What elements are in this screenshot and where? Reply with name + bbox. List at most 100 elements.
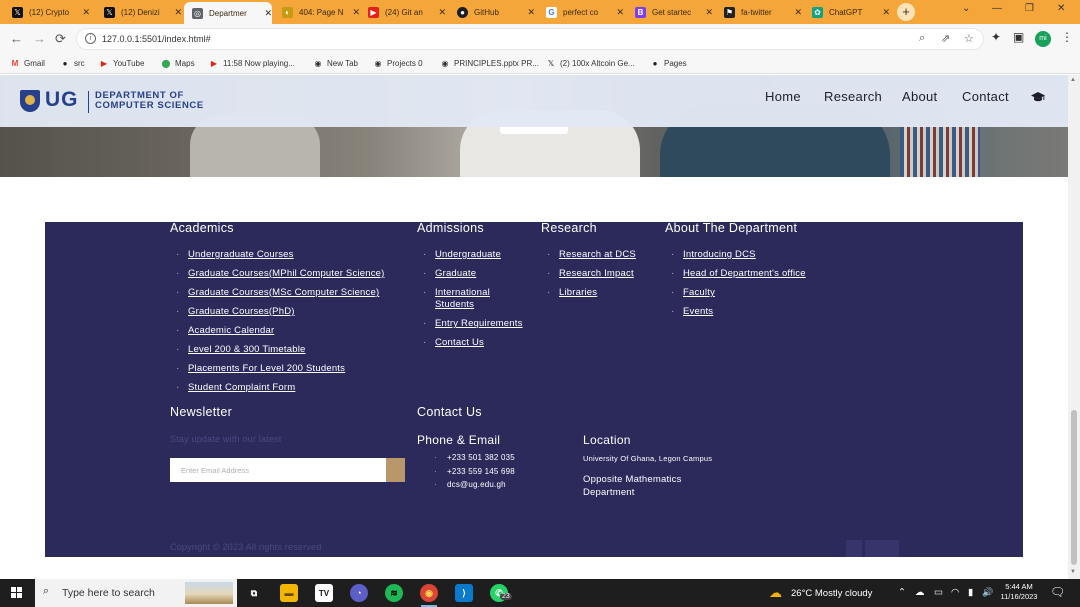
logo-text[interactable]: DEPARTMENT OF COMPUTER SCIENCE — [95, 91, 204, 111]
tradingview-icon[interactable]: TV — [315, 584, 333, 602]
menu-icon[interactable]: ⋮ — [1061, 30, 1073, 44]
url-text[interactable]: 127.0.0.1:5501/index.html# — [102, 34, 211, 44]
close-icon[interactable]: ✕ — [616, 7, 624, 18]
close-icon[interactable]: ✕ — [438, 7, 446, 18]
browser-tab[interactable]: ✿ ChatGPT ✕ — [812, 3, 890, 21]
side-panel-icon[interactable]: ▣ — [1013, 30, 1024, 44]
bookmark-item[interactable]: ● src — [60, 58, 85, 68]
close-icon[interactable]: ✕ — [174, 7, 182, 18]
browser-tab[interactable]: ▶ (24) Git an ✕ — [368, 3, 446, 21]
footer-link[interactable]: Events — [683, 306, 713, 317]
share-icon[interactable]: ⇗ — [941, 32, 950, 45]
footer-link[interactable]: Libraries — [559, 287, 597, 298]
footer-link[interactable]: Entry Requirements — [435, 318, 523, 329]
bookmark-item[interactable]: 𝕏 (2) 100x Altcoin Ge... — [546, 58, 635, 68]
newsletter-submit-button[interactable] — [386, 458, 405, 482]
bookmark-star-icon[interactable]: ☆ — [964, 32, 974, 45]
nav-home[interactable]: Home — [765, 89, 801, 104]
file-explorer-icon[interactable]: ▬ — [280, 584, 298, 602]
chrome-icon[interactable]: ◉ — [420, 584, 438, 607]
footer-link[interactable]: Faculty — [683, 287, 715, 298]
close-icon[interactable]: ✕ — [527, 7, 535, 18]
close-icon[interactable]: ✕ — [82, 7, 90, 18]
page-scrollbar[interactable]: ▲ ▼ — [1068, 75, 1080, 579]
footer-link[interactable]: Research Impact — [559, 268, 634, 279]
address-bar[interactable]: i 127.0.0.1:5501/index.html# ⌕ ⇗ ☆ — [76, 28, 984, 50]
profile-avatar[interactable]: mi — [1035, 31, 1051, 47]
forward-icon[interactable]: → — [33, 31, 46, 46]
scroll-up-icon[interactable]: ▲ — [1070, 77, 1076, 83]
newsletter-email-input[interactable] — [170, 458, 386, 482]
bookmark-item[interactable]: ◉ New Tab — [313, 58, 358, 68]
battery-icon[interactable]: ▮ — [968, 587, 973, 598]
scrollbar-thumb[interactable] — [1071, 410, 1077, 565]
notifications-icon[interactable]: 🗨 — [1050, 585, 1065, 599]
logo-ug[interactable]: UG — [45, 88, 79, 112]
nav-about[interactable]: About — [902, 89, 937, 104]
bookmark-item[interactable]: ◉ Projects 0 — [373, 58, 423, 68]
display-icon[interactable]: ▭ — [934, 587, 943, 598]
windows-start-icon[interactable] — [11, 587, 23, 599]
browser-tab[interactable]: B Get startec ✕ — [635, 3, 713, 21]
vscode-icon[interactable]: ⟩ — [455, 584, 473, 602]
window-close-icon[interactable]: ✕ — [1057, 3, 1065, 14]
task-view-icon[interactable]: ⧉ — [245, 584, 263, 602]
close-icon[interactable]: ✕ — [794, 7, 802, 18]
taskbar-search[interactable]: ⌕ Type here to search — [35, 579, 237, 607]
app-icon[interactable]: ◔ — [350, 584, 368, 602]
social-button[interactable] — [846, 540, 862, 557]
site-info-icon[interactable]: i — [85, 33, 96, 44]
restore-icon[interactable]: ❐ — [1025, 3, 1034, 14]
minimize-icon[interactable]: — — [992, 3, 1002, 14]
footer-link[interactable]: Placements For Level 200 Students — [188, 363, 345, 374]
footer-link[interactable]: Research at DCS — [559, 249, 636, 260]
new-tab-button[interactable]: + — [897, 3, 915, 21]
social-button[interactable] — [865, 540, 899, 557]
wifi-icon[interactable]: ◠ — [951, 587, 959, 598]
close-icon[interactable]: ✕ — [264, 8, 272, 19]
footer-link[interactable]: Student Complaint Form — [188, 382, 295, 393]
phone-number[interactable]: +233 559 145 698 — [425, 467, 515, 477]
footer-link[interactable]: International Students — [435, 287, 490, 310]
footer-link[interactable]: Academic Calendar — [188, 325, 274, 336]
bookmark-item[interactable]: M Gmail — [10, 58, 45, 68]
zoom-icon[interactable]: ⌕ — [919, 32, 925, 45]
footer-link[interactable]: Graduate — [435, 268, 476, 279]
back-icon[interactable]: ← — [10, 31, 23, 46]
footer-link[interactable]: Graduate Courses(MPhil Computer Science) — [188, 268, 385, 279]
phone-number[interactable]: +233 501 382 035 — [425, 453, 515, 463]
close-icon[interactable]: ✕ — [352, 7, 360, 18]
reload-icon[interactable]: ⟳ — [55, 31, 66, 47]
browser-tab[interactable]: 𝕏 (12) Denizi ✕ — [104, 3, 182, 21]
bookmark-item[interactable]: ▶ 11:58 Now playing... — [209, 58, 295, 68]
graduation-cap-icon[interactable] — [1031, 91, 1045, 103]
footer-link[interactable]: Graduate Courses(MSc Computer Science) — [188, 287, 379, 298]
show-hidden-icons-icon[interactable]: ⌃ — [898, 587, 906, 598]
footer-link[interactable]: Undergraduate — [435, 249, 501, 260]
footer-link[interactable]: Undergraduate Courses — [188, 249, 294, 260]
bookmark-item[interactable]: ▶ YouTube — [99, 58, 145, 68]
footer-link[interactable]: Head of Department's office — [683, 268, 806, 279]
footer-link[interactable]: Contact Us — [435, 337, 484, 348]
scroll-down-icon[interactable]: ▼ — [1070, 569, 1076, 575]
email-address[interactable]: dcs@ug.edu.gh — [425, 480, 515, 490]
footer-link[interactable]: Introducing DCS — [683, 249, 756, 260]
cloud-icon[interactable]: ☁ — [915, 587, 925, 598]
close-icon[interactable]: ✕ — [882, 7, 890, 18]
tab-search-icon[interactable]: ⌄ — [962, 3, 970, 14]
spotify-icon[interactable]: ≋ — [385, 584, 403, 602]
footer-link[interactable]: Level 200 & 300 Timetable — [188, 344, 306, 355]
nav-contact[interactable]: Contact — [962, 89, 1009, 104]
close-icon[interactable]: ✕ — [705, 7, 713, 18]
browser-tab[interactable]: 𝕏 (12) Crypto ✕ — [12, 3, 90, 21]
browser-tab[interactable]: G perfect co ✕ — [546, 3, 624, 21]
browser-tab-active[interactable]: ◎ Departmer ✕ — [184, 2, 272, 24]
taskbar-clock[interactable]: 5:44 AM 11/16/2023 — [1000, 582, 1038, 602]
ug-crest-icon[interactable] — [20, 90, 40, 112]
browser-tab[interactable]: ⚑ fa-twitter ✕ — [724, 3, 802, 21]
bookmark-item[interactable]: ⬤ Maps — [161, 58, 195, 68]
volume-icon[interactable]: 🔊 — [982, 587, 993, 598]
bookmark-item[interactable]: ● Pages — [650, 58, 687, 68]
bookmark-item[interactable]: ◉ PRINCIPLES.pptx PR... — [440, 58, 539, 68]
weather-text[interactable]: 26°C Mostly cloudy — [791, 588, 872, 599]
